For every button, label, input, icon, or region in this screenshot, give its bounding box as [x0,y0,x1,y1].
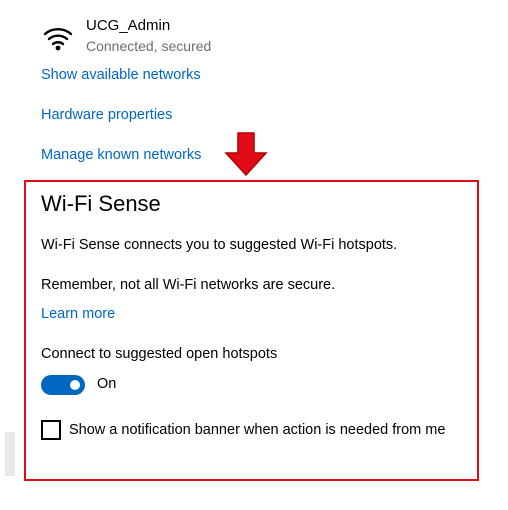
network-name: UCG_Admin [86,17,171,34]
wifi-signal-icon [42,22,74,52]
hardware-properties-link[interactable]: Hardware properties [41,107,172,123]
toggle-state-label: On [97,376,117,392]
learn-more-link[interactable]: Learn more [41,306,115,322]
down-arrow-icon [224,131,268,177]
wifi-sense-warning: Remember, not all Wi-Fi networks are sec… [41,277,336,293]
wifi-sense-title: Wi-Fi Sense [41,191,161,216]
connect-hotspots-toggle[interactable] [41,375,85,395]
network-status: Connected, secured [86,38,212,54]
show-available-networks-link[interactable]: Show available networks [41,67,201,83]
scrollbar-track [5,432,15,476]
manage-known-networks-link[interactable]: Manage known networks [41,147,201,163]
notification-banner-label[interactable]: Show a notification banner when action i… [69,422,445,438]
notification-banner-checkbox[interactable] [41,420,61,440]
wifi-sense-description: Wi-Fi Sense connects you to suggested Wi… [41,237,398,253]
current-network[interactable]: UCG_Admin Connected, secured [42,14,342,58]
toggle-knob [70,380,80,390]
connect-hotspots-label: Connect to suggested open hotspots [41,346,278,362]
